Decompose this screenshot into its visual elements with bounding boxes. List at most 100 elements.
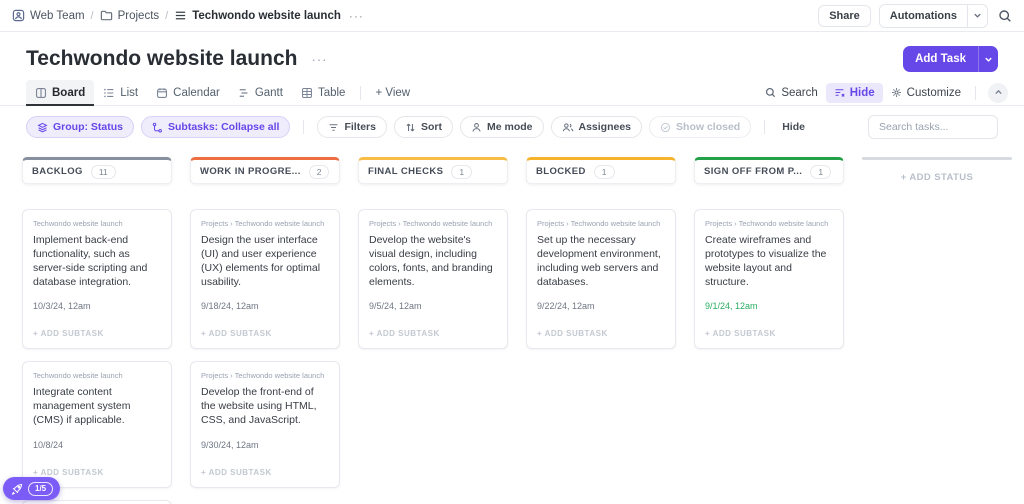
column-cards: Projects › Techwondo website launch Set … bbox=[526, 209, 676, 350]
task-card[interactable]: Projects › Techwondo website launch Desi… bbox=[190, 209, 340, 350]
add-subtask-button[interactable]: + ADD SUBTASK bbox=[33, 468, 161, 477]
task-card[interactable]: Techwondo website launch Implement back-… bbox=[22, 209, 172, 350]
add-subtask-button[interactable]: + ADD SUBTASK bbox=[201, 468, 329, 477]
automations-chevron-button[interactable] bbox=[967, 4, 987, 27]
global-search-button[interactable] bbox=[996, 7, 1014, 25]
tab-calendar[interactable]: Calendar bbox=[147, 80, 229, 105]
card-breadcrumb: Techwondo website launch bbox=[33, 219, 123, 228]
breadcrumb-more-button[interactable]: ··· bbox=[349, 9, 364, 23]
task-card[interactable]: Projects › Techwondo website launch Set … bbox=[526, 209, 676, 350]
subtasks-label: Subtasks: Collapse all bbox=[168, 121, 280, 133]
card-title: Integrate content management system (CMS… bbox=[33, 386, 131, 427]
view-search-button[interactable]: Search bbox=[757, 83, 825, 103]
add-subtask-button[interactable]: + ADD SUBTASK bbox=[33, 329, 161, 338]
column-title: BLOCKED bbox=[536, 166, 586, 177]
show-closed-button[interactable]: Show closed bbox=[649, 116, 752, 138]
card-title: Develop the front-end of the website usi… bbox=[201, 386, 317, 427]
folder-icon bbox=[100, 9, 113, 22]
sort-icon bbox=[405, 122, 416, 133]
column-header[interactable]: FINAL CHECKS 1 bbox=[358, 157, 508, 184]
card-breadcrumb: Projects › Techwondo website launch bbox=[201, 219, 325, 228]
title-more-button[interactable]: ··· bbox=[311, 52, 327, 67]
task-card[interactable]: Projects › Techwondo website launch Crea… bbox=[694, 209, 844, 350]
list-view-icon bbox=[103, 87, 115, 99]
board-column: WORK IN PROGRE... 2 Projects › Techwondo… bbox=[190, 157, 340, 489]
hide-fields-label: Hide bbox=[849, 86, 875, 99]
board-column: BLOCKED 1 Projects › Techwondo website l… bbox=[526, 157, 676, 350]
card-title: Set up the necessary development environ… bbox=[537, 234, 661, 288]
search-icon bbox=[998, 9, 1012, 23]
task-card[interactable]: Projects › Techwondo website launch Deve… bbox=[358, 209, 508, 350]
breadcrumb-projects-label: Projects bbox=[117, 9, 160, 22]
task-card[interactable]: Projects › Techwondo website launch Deve… bbox=[190, 361, 340, 489]
person-icon bbox=[471, 122, 482, 133]
collapse-header-button[interactable] bbox=[988, 82, 1008, 103]
breadcrumb-workspace[interactable]: Web Team bbox=[12, 9, 85, 22]
card-due-date: 9/5/24, 12am bbox=[369, 301, 422, 312]
add-subtask-button[interactable]: + ADD SUBTASK bbox=[369, 329, 497, 338]
onboarding-progress-badge[interactable]: 1/5 bbox=[3, 477, 61, 500]
group-by-label: Group: Status bbox=[53, 121, 123, 133]
sort-button[interactable]: Sort bbox=[393, 116, 453, 138]
subtasks-button[interactable]: Subtasks: Collapse all bbox=[141, 116, 291, 138]
filters-button[interactable]: Filters bbox=[317, 116, 387, 138]
hide-columns-button[interactable]: Hide bbox=[778, 121, 809, 133]
tab-calendar-label: Calendar bbox=[173, 86, 220, 99]
card-breadcrumb: Projects › Techwondo website launch bbox=[369, 219, 493, 228]
tab-board[interactable]: Board bbox=[26, 80, 95, 106]
automations-button[interactable]: Automations bbox=[879, 4, 967, 27]
hide-fields-button[interactable]: Hide bbox=[825, 82, 883, 103]
card-due-date: 9/1/24, 12am bbox=[705, 301, 758, 312]
add-status-column: + ADD STATUS bbox=[862, 157, 1012, 183]
add-subtask-button[interactable]: + ADD SUBTASK bbox=[201, 329, 329, 338]
breadcrumb-current-list[interactable]: Techwondo website launch bbox=[174, 9, 341, 22]
tab-list[interactable]: List bbox=[94, 80, 147, 105]
task-card[interactable]: Techwondo website launch Integrate conte… bbox=[22, 361, 172, 489]
calendar-view-icon bbox=[156, 87, 168, 99]
search-tasks-input[interactable] bbox=[868, 115, 998, 139]
tab-gantt-label: Gantt bbox=[254, 86, 283, 99]
group-by-button[interactable]: Group: Status bbox=[26, 116, 134, 138]
card-due-date: 9/18/24, 12am bbox=[201, 301, 259, 312]
filter-icon bbox=[328, 122, 339, 133]
group-icon bbox=[37, 122, 48, 133]
column-title: FINAL CHECKS bbox=[368, 166, 444, 177]
breadcrumb-workspace-label: Web Team bbox=[30, 9, 85, 22]
add-task-chevron-button[interactable] bbox=[978, 46, 998, 72]
tab-list-label: List bbox=[120, 86, 139, 99]
column-count: 11 bbox=[90, 164, 116, 179]
breadcrumb-separator: / bbox=[90, 9, 94, 22]
column-cards: Projects › Techwondo website launch Desi… bbox=[190, 209, 340, 489]
card-breadcrumb: Projects › Techwondo website launch bbox=[201, 371, 325, 381]
add-status-button[interactable]: + ADD STATUS bbox=[862, 172, 1012, 183]
tab-table[interactable]: Table bbox=[292, 80, 355, 105]
add-subtask-button[interactable]: + ADD SUBTASK bbox=[537, 329, 665, 338]
add-subtask-button[interactable]: + ADD SUBTASK bbox=[705, 329, 833, 338]
column-header[interactable]: SIGN OFF FROM P... 1 bbox=[694, 157, 844, 184]
task-card[interactable]: Techwondo website launch Perform rigorou… bbox=[22, 500, 172, 504]
board-column: BACKLOG 11 Techwondo website launch Impl… bbox=[22, 157, 172, 504]
column-header[interactable]: BACKLOG 11 bbox=[22, 157, 172, 184]
customize-label: Customize bbox=[906, 86, 961, 99]
column-header[interactable]: BLOCKED 1 bbox=[526, 157, 676, 184]
column-count: 1 bbox=[451, 164, 473, 179]
team-icon bbox=[12, 9, 25, 22]
column-header[interactable]: WORK IN PROGRE... 2 bbox=[190, 157, 340, 184]
me-mode-button[interactable]: Me mode bbox=[459, 116, 544, 138]
gear-icon bbox=[891, 87, 902, 98]
column-cards: Techwondo website launch Implement back-… bbox=[22, 209, 172, 504]
breadcrumb-current-label: Techwondo website launch bbox=[192, 9, 341, 22]
share-button[interactable]: Share bbox=[818, 4, 871, 27]
column-title: WORK IN PROGRE... bbox=[200, 166, 301, 177]
customize-button[interactable]: Customize bbox=[883, 83, 969, 103]
tab-gantt[interactable]: Gantt bbox=[229, 80, 292, 105]
column-cards: Projects › Techwondo website launch Deve… bbox=[358, 209, 508, 350]
add-task-button[interactable]: Add Task bbox=[903, 46, 978, 72]
add-view-button[interactable]: + View bbox=[367, 87, 418, 99]
card-breadcrumb: Projects › Techwondo website launch bbox=[705, 219, 829, 228]
column-count: 2 bbox=[308, 164, 330, 179]
assignees-button[interactable]: Assignees bbox=[550, 116, 643, 138]
breadcrumb-projects[interactable]: Projects bbox=[100, 9, 160, 22]
column-cards: Projects › Techwondo website launch Crea… bbox=[694, 209, 844, 350]
card-breadcrumb: Techwondo website launch bbox=[33, 371, 123, 381]
